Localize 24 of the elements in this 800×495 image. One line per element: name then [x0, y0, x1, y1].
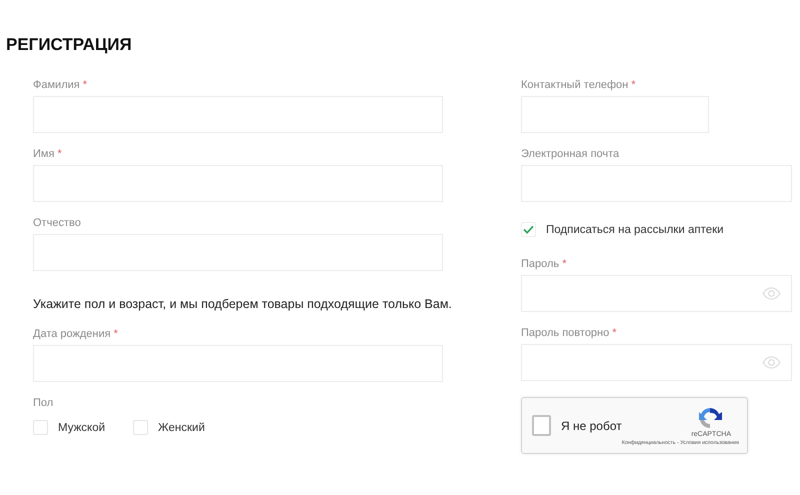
checkbox[interactable]	[33, 420, 48, 435]
field-label: Дата рождения *	[33, 327, 118, 341]
recaptcha-logo-icon	[697, 406, 723, 430]
field-label: Фамилия *	[33, 78, 88, 92]
option-label: Мужской	[58, 422, 106, 434]
field-label: Имя *	[33, 147, 62, 161]
field-label: Пароль повторно *	[521, 326, 617, 340]
checkmark-icon	[523, 225, 534, 234]
input-field[interactable]	[521, 344, 792, 381]
checkbox[interactable]	[133, 420, 148, 435]
input-field[interactable]	[521, 275, 792, 312]
field-label: Пароль *	[521, 257, 567, 271]
page-title: РЕГИСТРАЦИЯ	[6, 36, 132, 54]
eye-icon[interactable]	[762, 356, 781, 369]
checkbox-label: Подписаться на рассылки аптеки	[546, 224, 724, 236]
field-label: Электронная почта	[521, 147, 620, 161]
eye-icon[interactable]	[762, 287, 781, 300]
field-label: Отчество	[33, 216, 81, 230]
captcha-label: Я не робот	[561, 418, 622, 432]
option-label: Женский	[158, 422, 205, 434]
field-label: Пол	[33, 396, 54, 410]
checkbox[interactable]	[532, 415, 551, 436]
info-text: Укажите пол и возраст, и мы подберем товары подходящие только Вам.	[33, 296, 452, 313]
field-label: Контактный телефон *	[521, 78, 636, 92]
